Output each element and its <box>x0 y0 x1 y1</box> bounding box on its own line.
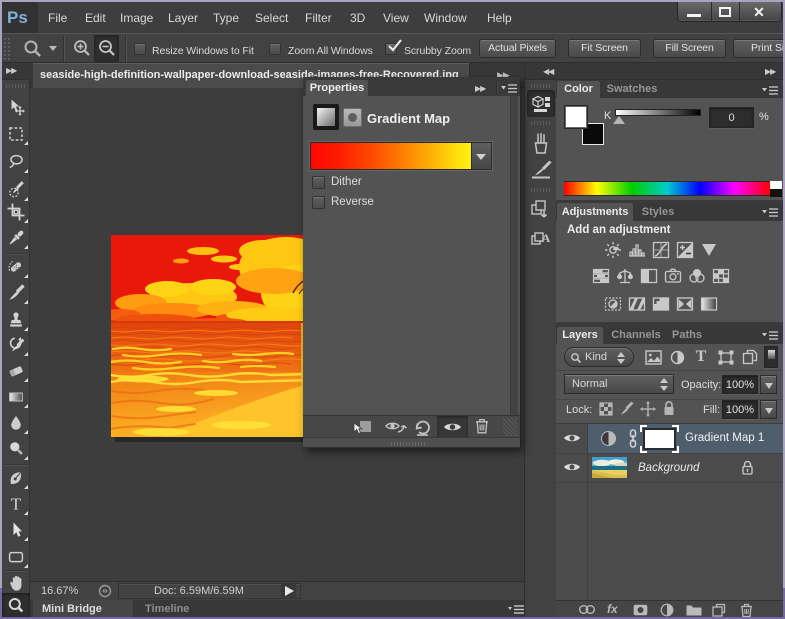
svg-text:T: T <box>11 495 22 513</box>
svg-text:A: A <box>542 231 551 245</box>
